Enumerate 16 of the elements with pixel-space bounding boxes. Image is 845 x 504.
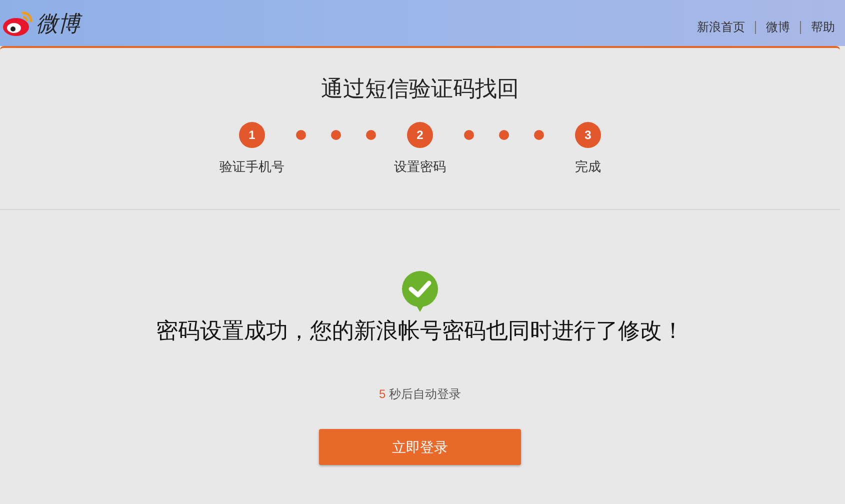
success-check-icon	[401, 270, 439, 312]
logo-icon	[2, 9, 34, 37]
nav-link[interactable]: 微博	[766, 18, 790, 36]
logo-text: 微博	[36, 6, 80, 40]
success-message: 密码设置成功，您的新浪帐号密码也同时进行了修改！	[156, 317, 684, 345]
step-label: 验证手机号	[220, 158, 284, 176]
step-number: 3	[575, 122, 601, 148]
login-button[interactable]: 立即登录	[319, 429, 521, 465]
step-number: 2	[407, 122, 433, 148]
nav-link[interactable]: 帮助	[811, 18, 835, 36]
page-title: 通过短信验证码找回	[321, 78, 519, 100]
countdown-text: 5 秒后自动登录	[378, 386, 462, 403]
step-number: 1	[239, 122, 265, 148]
nav-link[interactable]: 新浪首页	[697, 18, 745, 36]
step-label: 完成	[575, 158, 601, 176]
step-label: 设置密码	[394, 158, 446, 176]
